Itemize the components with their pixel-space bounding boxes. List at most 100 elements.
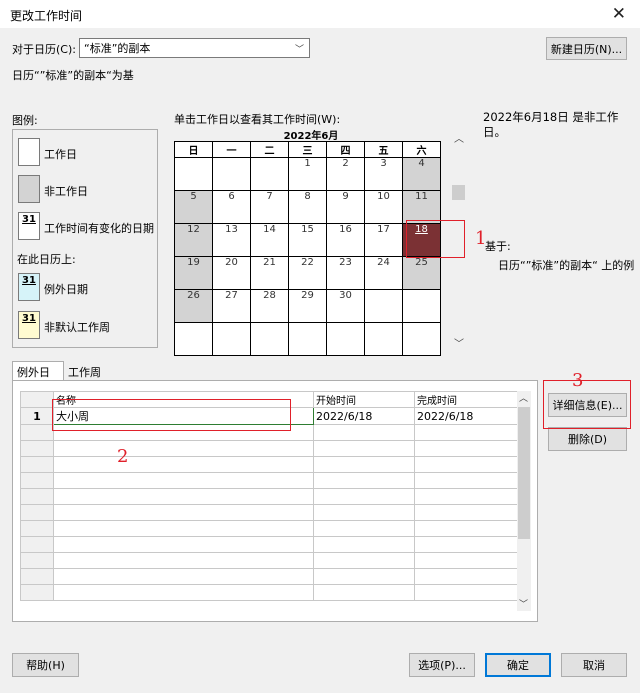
calendar-day[interactable]: 4 [402,157,441,191]
new-calendar-button[interactable]: 新建日历(N)... [546,37,627,60]
calendar-day[interactable]: 27 [212,289,251,323]
row-number[interactable] [20,488,54,505]
cancel-button[interactable]: 取消 [561,653,627,677]
table-row[interactable] [20,520,518,537]
calendar-day[interactable]: 17 [364,223,403,257]
table-row[interactable] [20,568,518,585]
row-number[interactable] [20,584,54,601]
table-cell[interactable] [414,472,518,489]
table-cell[interactable] [53,552,314,569]
table-cell[interactable] [53,504,314,521]
column-header-start[interactable]: 开始时间 [313,391,415,408]
table-cell[interactable] [414,568,518,585]
table-cell[interactable] [414,456,518,473]
chevron-up-icon[interactable]: ︿ [519,391,528,404]
row-number[interactable] [20,440,54,457]
calendar-scroll-thumb[interactable] [452,185,465,200]
calendar-day[interactable]: 6 [212,190,251,224]
table-cell[interactable] [313,472,415,489]
calendar-day[interactable]: 1 [288,157,327,191]
calendar-day[interactable]: 9 [326,190,365,224]
calendar-day[interactable]: 12 [174,223,213,257]
table-cell[interactable] [313,456,415,473]
row-number[interactable]: 1 [20,407,54,425]
tab-work-weeks[interactable]: 工作周 [64,362,105,382]
row-number[interactable] [20,424,54,441]
calendar-day[interactable]: 23 [326,256,365,290]
exceptions-scrollbar[interactable]: ︿ ﹀ [517,391,531,611]
table-cell[interactable] [313,424,415,441]
tab-exceptions[interactable]: 例外日期 [12,361,64,395]
table-row[interactable] [20,440,518,457]
table-cell[interactable] [53,488,314,505]
table-cell[interactable] [414,488,518,505]
table-cell[interactable] [53,472,314,489]
help-button[interactable]: 帮助(H) [12,653,79,677]
table-cell[interactable] [53,456,314,473]
calendar-day[interactable]: 10 [364,190,403,224]
row-number[interactable] [20,552,54,569]
table-cell[interactable] [53,536,314,553]
table-cell[interactable] [313,504,415,521]
table-row[interactable] [20,584,518,601]
row-number[interactable] [20,472,54,489]
row-number[interactable] [20,456,54,473]
table-cell[interactable] [414,440,518,457]
calendar-day[interactable]: 11 [402,190,441,224]
calendar-day[interactable]: 7 [250,190,289,224]
table-row[interactable] [20,504,518,521]
options-button[interactable]: 选项(P)... [409,653,475,677]
table-cell[interactable] [313,488,415,505]
calendar-day[interactable]: 2 [326,157,365,191]
calendar-day[interactable]: 5 [174,190,213,224]
table-cell[interactable] [414,536,518,553]
exception-start-cell[interactable]: 2022/6/18 [313,407,415,425]
calendar-day[interactable]: 22 [288,256,327,290]
table-cell[interactable] [414,584,518,601]
calendar-day[interactable]: 28 [250,289,289,323]
calendar-day[interactable]: 20 [212,256,251,290]
calendar-day[interactable]: 16 [326,223,365,257]
delete-button[interactable]: 删除(D) [548,427,627,451]
calendar-select[interactable]: “标准”的副本 ﹀ [79,38,310,58]
table-cell[interactable] [53,440,314,457]
table-cell[interactable] [313,552,415,569]
calendar-day[interactable]: 19 [174,256,213,290]
row-number[interactable] [20,504,54,521]
table-cell[interactable] [53,520,314,537]
calendar-day[interactable]: 13 [212,223,251,257]
table-cell[interactable] [414,552,518,569]
table-row[interactable] [20,472,518,489]
calendar-day[interactable]: 3 [364,157,403,191]
calendar-day[interactable]: 21 [250,256,289,290]
table-cell[interactable] [414,424,518,441]
table-row[interactable] [20,536,518,553]
row-number[interactable] [20,520,54,537]
row-number[interactable] [20,568,54,585]
calendar-day[interactable]: 26 [174,289,213,323]
column-header-finish[interactable]: 完成时间 [414,391,518,408]
calendar-day[interactable]: 14 [250,223,289,257]
ok-button[interactable]: 确定 [485,653,551,677]
table-row[interactable] [20,488,518,505]
table-row[interactable] [20,456,518,473]
close-icon[interactable]: ✕ [612,4,626,24]
row-number[interactable] [20,536,54,553]
table-row[interactable] [20,552,518,569]
table-cell[interactable] [53,568,314,585]
calendar-day[interactable]: 30 [326,289,365,323]
calendar-day[interactable]: 15 [288,223,327,257]
exceptions-scroll-thumb[interactable] [518,407,530,539]
table-cell[interactable] [313,536,415,553]
calendar-day[interactable]: 25 [402,256,441,290]
calendar-day[interactable]: 24 [364,256,403,290]
table-cell[interactable] [414,504,518,521]
table-cell[interactable] [313,440,415,457]
chevron-down-icon[interactable]: ﹀ [519,597,528,610]
table-cell[interactable] [313,520,415,537]
chevron-up-icon[interactable]: ︿ [454,130,464,145]
table-cell[interactable] [313,584,415,601]
chevron-down-icon[interactable]: ﹀ [454,335,464,350]
calendar-day[interactable]: 29 [288,289,327,323]
table-cell[interactable] [53,584,314,601]
